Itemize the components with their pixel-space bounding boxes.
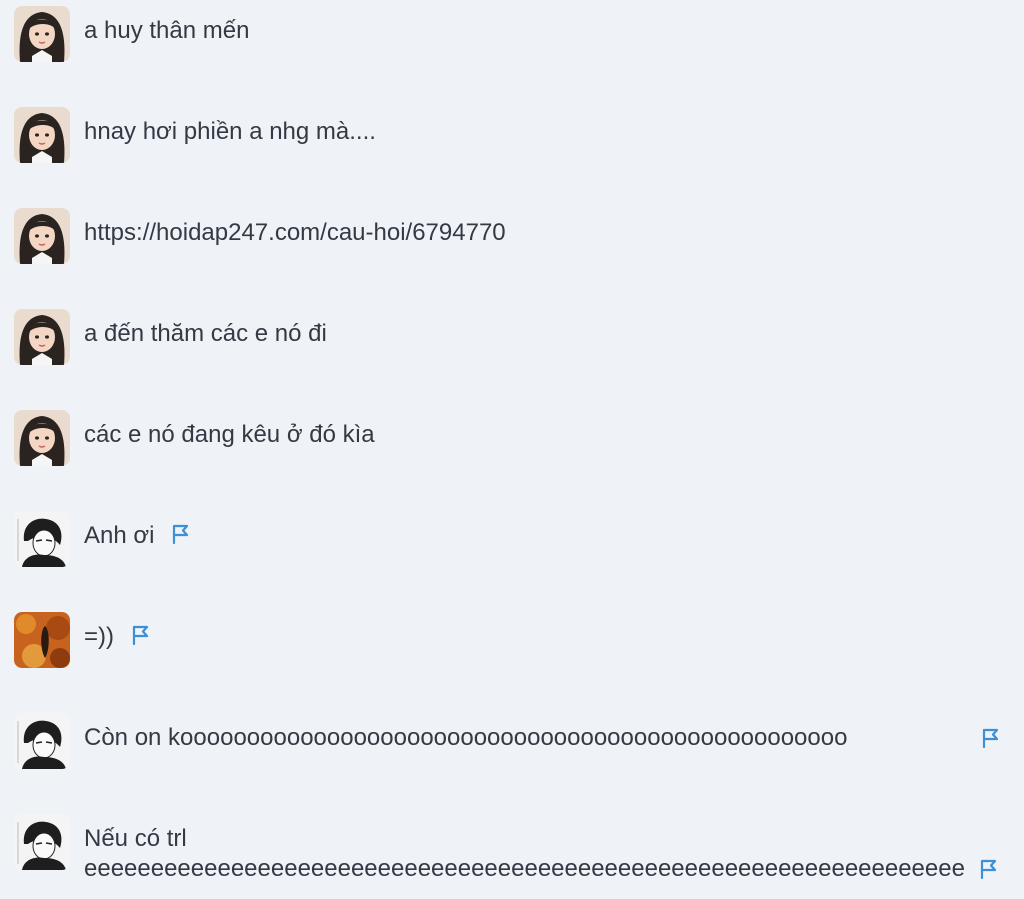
message-text: a huy thân mến [84,17,250,44]
avatar-girl-photo[interactable] [14,309,70,365]
message-text: a đến thăm các e nó đi [84,320,327,347]
message-text: =)) [84,623,114,650]
flag-icon[interactable] [978,858,1000,880]
message-text: Anh ơi [84,522,155,549]
flag-icon[interactable] [980,727,1002,749]
message-text-wrap: =)) [84,622,152,652]
message-text-wrap: Anh ơi [84,521,192,551]
flag-icon[interactable] [130,624,152,646]
message-text: các e nó đang kêu ở đó kìa [84,421,375,448]
avatar-boy-manga[interactable] [14,511,70,567]
message-text-line1: Nếu có trl [84,825,187,852]
avatar-girl-photo[interactable] [14,410,70,466]
message-text-line2: eeeeeeeeeeeeeeeeeeeeeeeeeeeeeeeeeeeeeeee… [84,855,964,882]
avatar-autumn-photo[interactable] [14,612,70,668]
avatar-girl-photo[interactable] [14,107,70,163]
avatar-girl-photo[interactable] [14,6,70,62]
flag-icon[interactable] [170,523,192,545]
chat-message-list: a huy thân mến hnay hơi phiền a nhg mà..… [0,0,1024,899]
message-text: Còn on koooooooooooooooooooooooooooooooo… [84,724,848,751]
message-text: hnay hơi phiền a nhg mà.... [84,118,376,145]
avatar-girl-photo[interactable] [14,208,70,264]
avatar-boy-manga[interactable] [14,814,70,870]
message-link[interactable]: https://hoidap247.com/cau-hoi/6794770 [84,218,506,248]
avatar-boy-manga[interactable] [14,713,70,769]
